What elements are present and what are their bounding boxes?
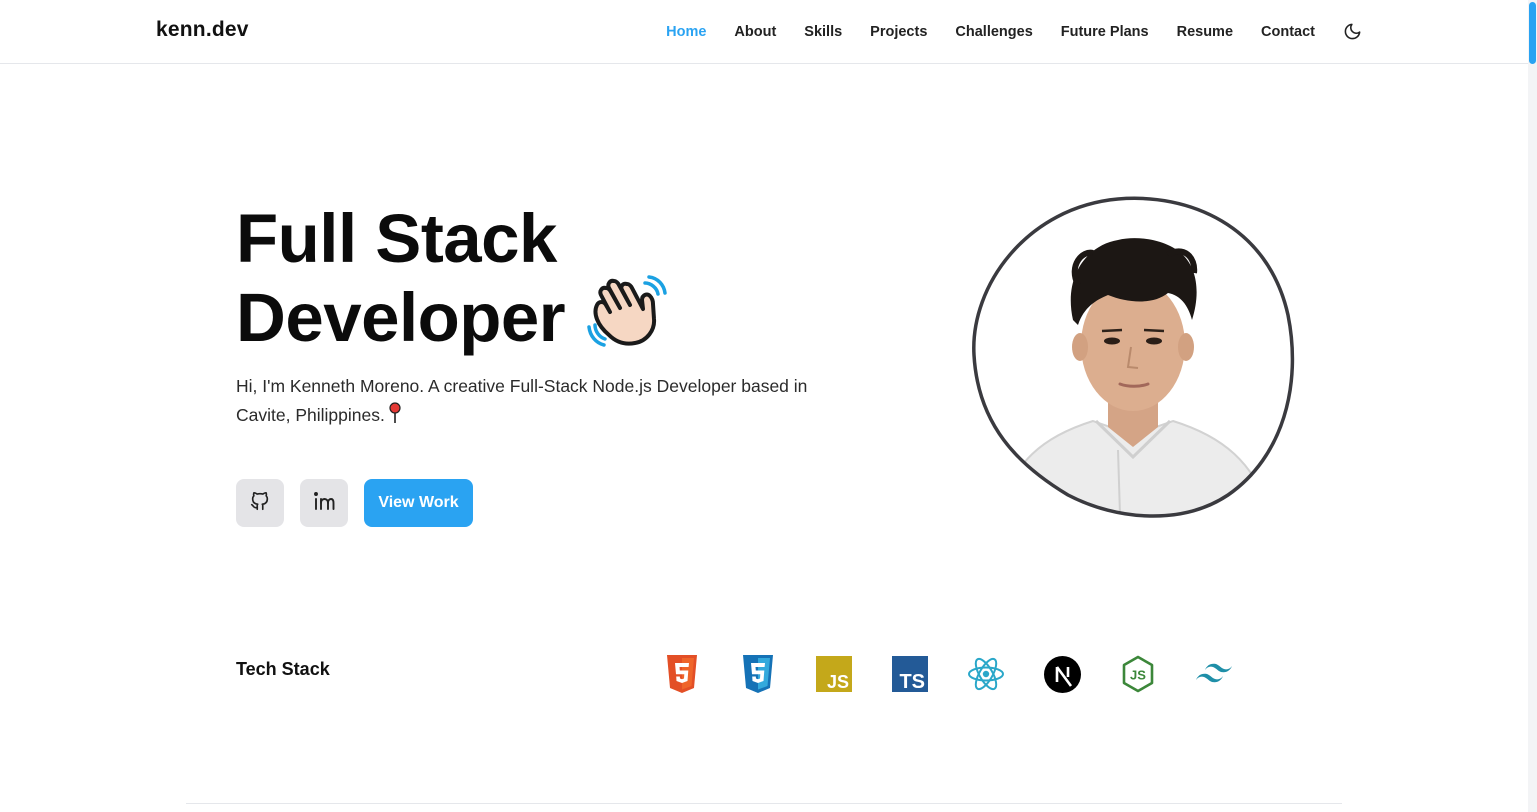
svg-text:JS: JS [827,672,849,692]
site-logo[interactable]: kenn.dev [156,18,249,42]
profile-portrait [968,195,1296,520]
hero-description-text: Hi, I'm Kenneth Moreno. A creative Full-… [236,376,808,425]
nodejs-icon: JS [1119,655,1157,693]
scrollbar-thumb[interactable] [1529,2,1536,64]
svg-text:JS: JS [1130,668,1146,683]
location-pin-icon [389,402,401,433]
tech-stack-icons: JS TS JS [663,655,1271,693]
github-icon [249,490,271,517]
css3-icon [739,655,777,693]
nav-about[interactable]: About [734,24,776,40]
hero-title-line1: Full Stack [236,200,557,277]
nav-challenges[interactable]: Challenges [955,24,1032,40]
moon-icon[interactable] [1341,21,1363,43]
javascript-icon: JS [815,655,853,693]
nav-skills[interactable]: Skills [804,24,842,40]
github-button[interactable] [236,479,284,527]
tailwind-icon [1195,655,1233,693]
page-scrollbar[interactable] [1528,0,1537,812]
svg-text:TS: TS [899,671,925,692]
linkedin-button[interactable] [300,479,348,527]
nav-home[interactable]: Home [666,24,706,40]
react-icon [967,655,1005,693]
typescript-icon: TS [891,655,929,693]
nav-future-plans[interactable]: Future Plans [1061,24,1149,40]
view-work-button[interactable]: View Work [364,479,473,527]
waving-hand-icon [587,275,667,360]
hero-title-line2: Developer [236,279,566,356]
nav-resume[interactable]: Resume [1177,24,1233,40]
main-nav: Home About Skills Projects Challenges Fu… [638,0,1363,63]
nav-contact[interactable]: Contact [1261,24,1315,40]
linkedin-icon [312,489,336,518]
hero-title: Full Stack Developer [236,203,667,360]
hero-description: Hi, I'm Kenneth Moreno. A creative Full-… [236,372,816,433]
hero-title-line2-wrap: Developer [236,275,667,360]
html5-icon [663,655,701,693]
tech-stack-label: Tech Stack [236,659,330,679]
site-header: kenn.dev Home About Skills Projects Chal… [0,0,1537,64]
section-divider [186,803,1342,804]
nextjs-icon [1043,655,1081,693]
nav-projects[interactable]: Projects [870,24,927,40]
